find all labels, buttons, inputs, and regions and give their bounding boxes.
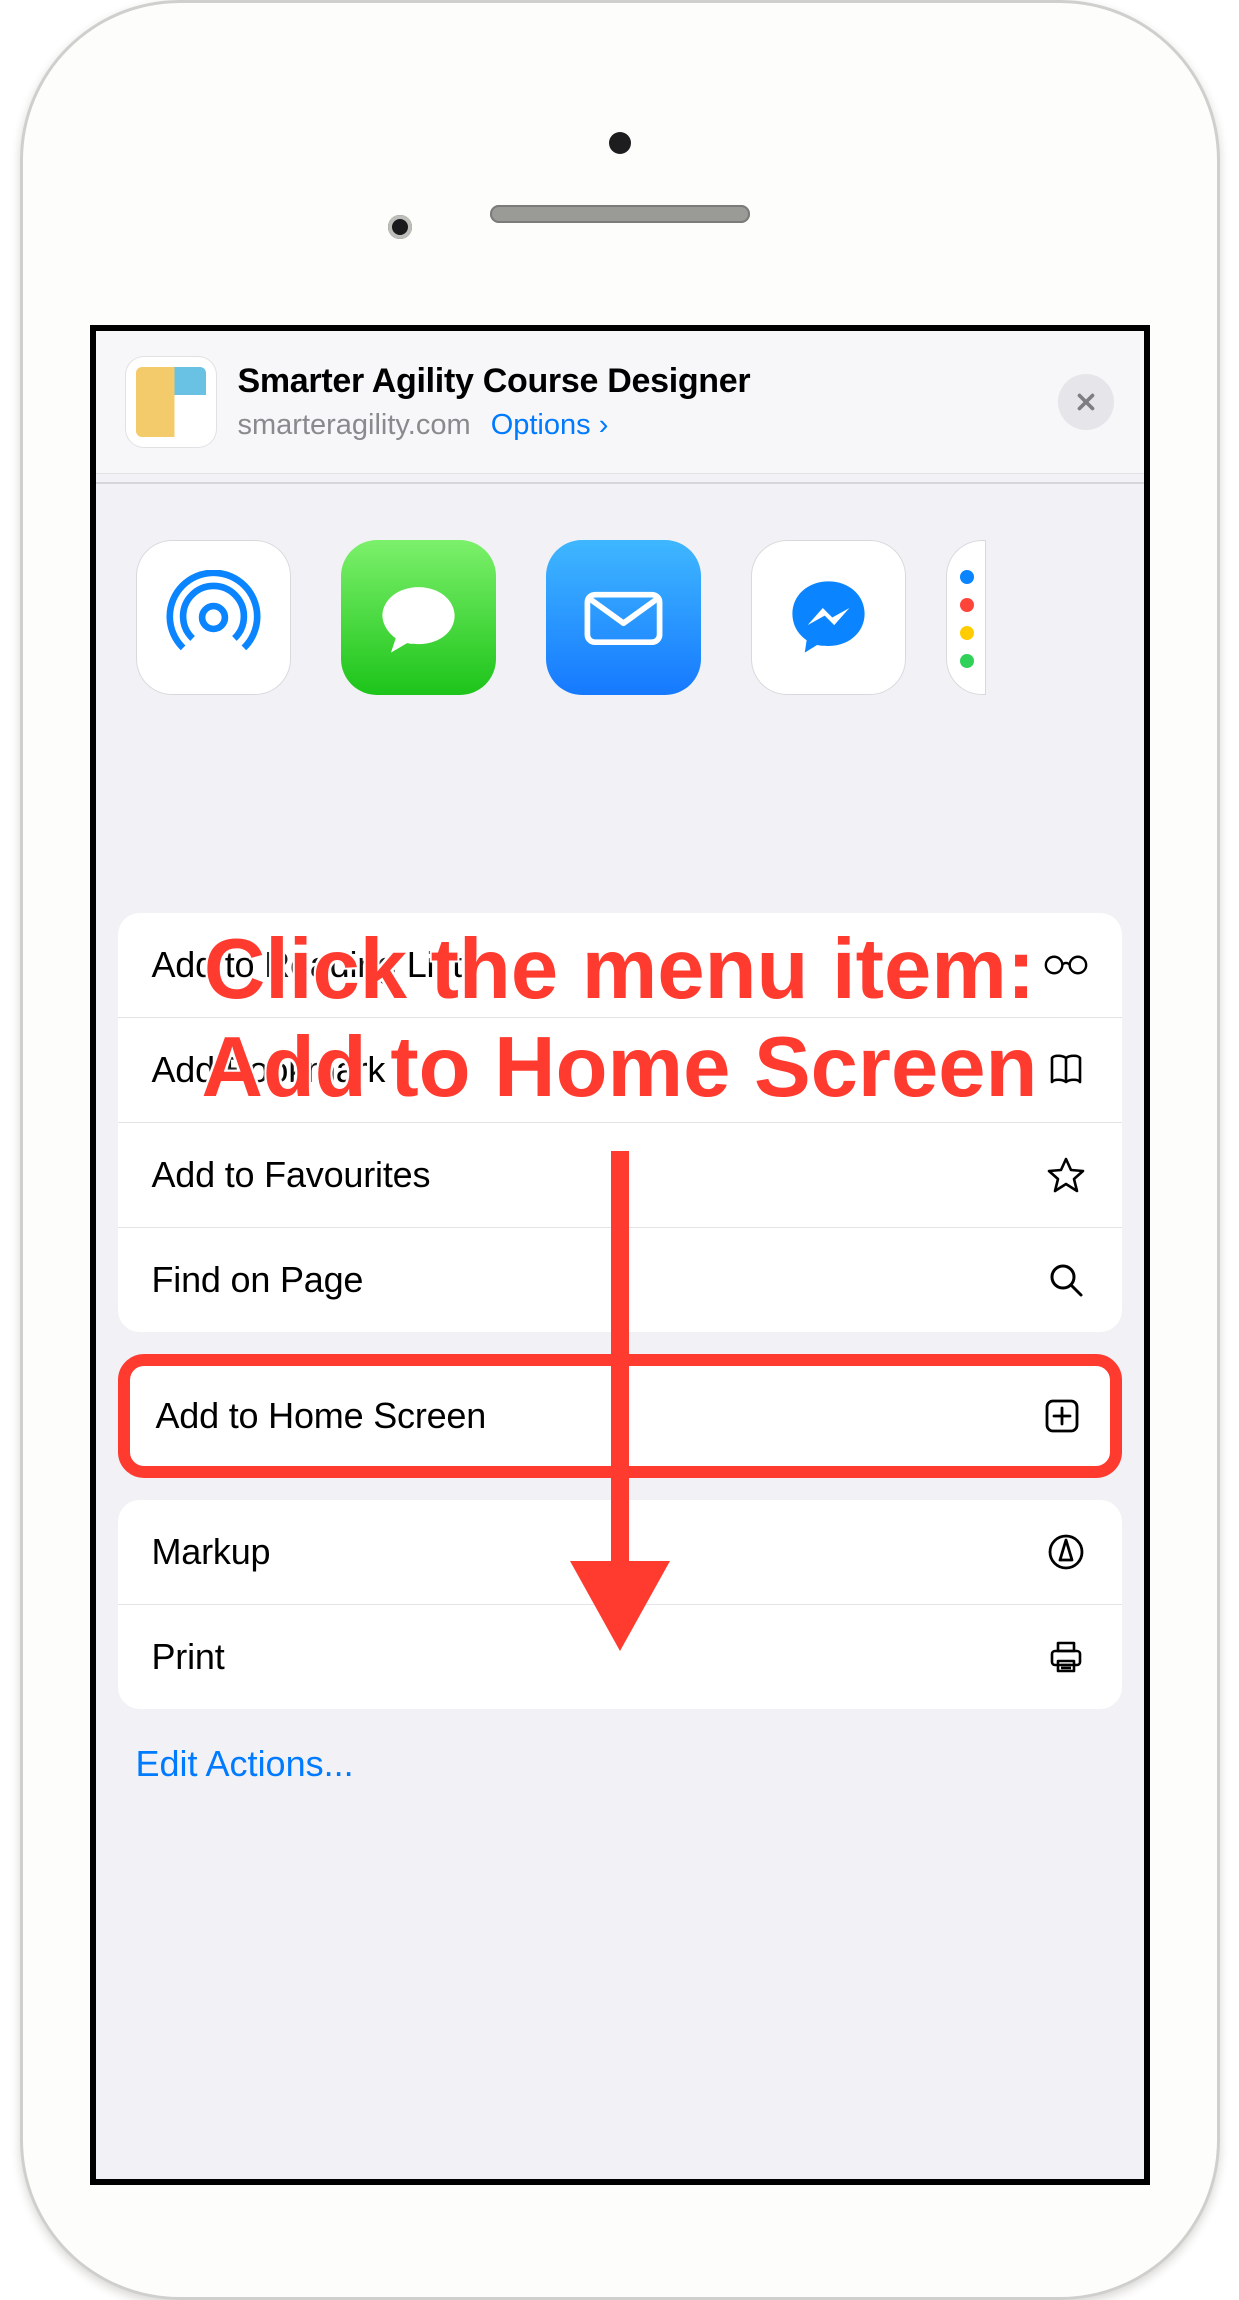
action-label: Print	[152, 1636, 225, 1678]
action-group-1: Add to Reading List Add Bookmark Add to …	[118, 913, 1122, 1332]
action-group-2: Markup Print	[118, 1500, 1122, 1709]
action-label: Markup	[152, 1531, 271, 1573]
book-icon	[1044, 1048, 1088, 1092]
star-icon	[1044, 1153, 1088, 1197]
action-label: Add Bookmark	[152, 1049, 386, 1091]
action-label: Add to Reading List	[152, 944, 462, 986]
action-group-highlighted: Add to Home Screen	[118, 1354, 1122, 1478]
share-domain: smarteragility.com	[238, 409, 471, 441]
action-label: Find on Page	[152, 1259, 364, 1301]
share-title: Smarter Agility Course Designer	[238, 361, 1058, 402]
plus-square-icon	[1040, 1394, 1084, 1438]
messenger-icon	[781, 570, 876, 665]
phone-screen: Smarter Agility Course Designer smartera…	[90, 325, 1150, 2185]
airdrop-icon	[166, 570, 261, 665]
share-app-row[interactable]	[96, 484, 1144, 715]
share-subtitle: smarteragility.com Options ›	[238, 408, 1058, 443]
action-label: Add to Favourites	[152, 1154, 431, 1196]
markup-icon	[1044, 1530, 1088, 1574]
action-group-0-obscured	[118, 771, 1122, 891]
speaker-slot	[490, 205, 750, 223]
mail-icon	[576, 570, 671, 665]
action-markup[interactable]: Markup	[118, 1500, 1122, 1605]
phone-frame: Smarter Agility Course Designer smartera…	[20, 0, 1220, 2300]
edit-actions-link[interactable]: Edit Actions...	[136, 1743, 1104, 1785]
printer-icon	[1044, 1635, 1088, 1679]
close-button[interactable]	[1058, 374, 1114, 430]
action-print[interactable]: Print	[118, 1605, 1122, 1709]
close-icon	[1073, 389, 1099, 415]
action-label: Add to Home Screen	[156, 1395, 487, 1437]
action-add-home-screen[interactable]: Add to Home Screen	[130, 1366, 1110, 1466]
action-add-favourites[interactable]: Add to Favourites	[118, 1123, 1122, 1228]
action-find-on-page[interactable]: Find on Page	[118, 1228, 1122, 1332]
share-app-messages[interactable]	[331, 540, 506, 695]
share-app-more-peek[interactable]	[946, 540, 986, 695]
share-app-mail[interactable]	[536, 540, 711, 695]
site-favicon	[126, 357, 216, 447]
messages-icon	[371, 570, 466, 665]
sensor-dot	[609, 132, 631, 154]
glasses-icon	[1044, 943, 1088, 987]
action-add-reading-list[interactable]: Add to Reading List	[118, 913, 1122, 1018]
share-app-airdrop[interactable]	[126, 540, 301, 695]
camera-dot	[388, 215, 412, 239]
share-sheet-header: Smarter Agility Course Designer smartera…	[96, 331, 1144, 474]
action-add-bookmark[interactable]: Add Bookmark	[118, 1018, 1122, 1123]
share-app-messenger[interactable]	[741, 540, 916, 695]
share-options-link[interactable]: Options ›	[491, 409, 609, 441]
search-icon	[1044, 1258, 1088, 1302]
